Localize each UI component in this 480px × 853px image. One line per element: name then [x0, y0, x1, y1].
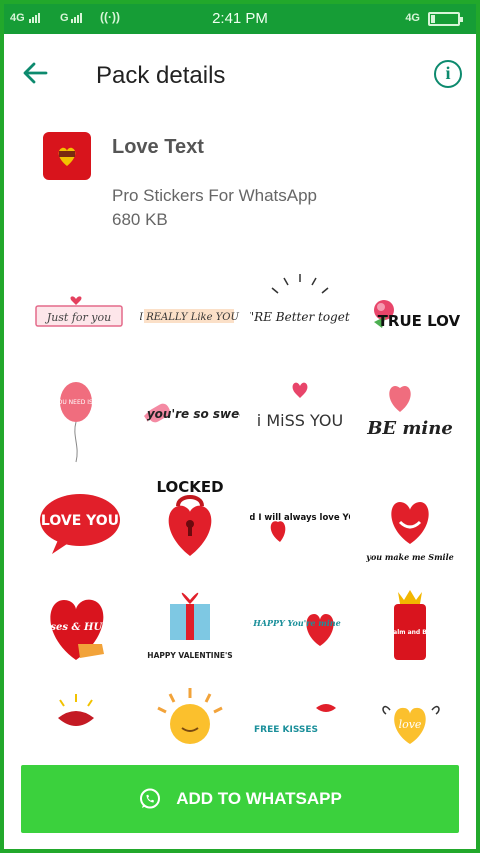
sticker-kisses-hugs[interactable]: kisses & HUGS — [30, 574, 130, 674]
svg-text:i MiSS YOU: i MiSS YOU — [257, 411, 343, 430]
svg-text:ALL YOU NEED IS LOVE: ALL YOU NEED IS LOVE — [42, 399, 111, 406]
sticker-image: kisses & HUGS — [34, 599, 118, 660]
pack-info: Love Text Pro Stickers For WhatsApp 680 … — [4, 114, 476, 254]
sticker-better-together[interactable]: WE'RE Better together — [250, 266, 350, 366]
back-button[interactable] — [20, 58, 54, 92]
sticker-image: KEEP calm and BE mine — [370, 590, 450, 660]
sticker-grid: Just for you I REALLY Like YOU WE'RE Bet… — [4, 266, 476, 766]
sticker-image: WE'RE Better together — [250, 274, 350, 324]
svg-text:LOCKED: LOCKED — [156, 478, 223, 496]
svg-text:and I will always love YOU: and I will always love YOU — [250, 513, 350, 523]
svg-text:LOVE YOU: LOVE YOU — [41, 513, 119, 529]
svg-text:Just for you: Just for you — [45, 311, 111, 324]
battery-level — [431, 15, 435, 23]
app-bar: Pack details i — [4, 34, 476, 114]
sticker-just-for-you[interactable]: Just for you — [30, 266, 130, 366]
page-title: Pack details — [96, 62, 226, 89]
pack-tray-icon — [43, 132, 91, 180]
svg-text:So HAPPY You're mine: So HAPPY You're mine — [250, 618, 341, 628]
sticker-image: HAPPY VALENTINE'S — [147, 592, 233, 660]
svg-text:FREE KISSES: FREE KISSES — [254, 725, 318, 735]
svg-text:I REALLY Like YOU: I REALLY Like YOU — [140, 312, 239, 323]
sticker-image: you make me Smile — [365, 502, 454, 562]
add-button-label: ADD TO WHATSAPP — [176, 789, 342, 808]
info-icon: i — [445, 63, 451, 83]
sticker-i-really-like-you[interactable]: I REALLY Like YOU — [140, 266, 240, 366]
add-to-whatsapp-button[interactable]: ADD TO WHATSAPP — [21, 765, 459, 833]
pack-name: Love Text — [112, 136, 204, 158]
sticker-image: LOVE YOU — [40, 494, 120, 554]
svg-text:TRUE LOVE: TRUE LOVE — [378, 312, 460, 330]
sticker-true-love[interactable]: TRUE LOVE — [360, 266, 460, 366]
sticker-you-make-me-smile[interactable]: you make me Smile — [360, 470, 460, 570]
svg-text:HAPPY VALENTINE'S: HAPPY VALENTINE'S — [147, 651, 232, 660]
pack-size: 680 KB — [112, 210, 168, 229]
svg-text:love: love — [399, 718, 422, 731]
status-bar: 4G G ((·)) 2:41 PM 4G — [4, 4, 476, 34]
sticker-happy-valentines[interactable]: HAPPY VALENTINE'S — [140, 574, 240, 674]
sticker-image: So HAPPY You're mine — [250, 614, 341, 646]
sticker-image: ALL YOU NEED IS LOVE — [42, 382, 111, 463]
sticker-so-sweet[interactable]: you're so sweet — [140, 364, 240, 464]
sticker-image: and I will always love YOU — [250, 513, 350, 542]
info-button[interactable]: i — [434, 60, 462, 88]
sticker-image: I REALLY Like YOU — [140, 309, 239, 323]
battery-icon — [428, 12, 463, 26]
svg-text:kisses & HUGS: kisses & HUGS — [34, 622, 118, 633]
sticker-always-love-you[interactable]: and I will always love YOU — [250, 470, 350, 570]
sticker-so-happy-youre-mine[interactable]: So HAPPY You're mine — [250, 574, 350, 674]
sticker-image: TRUE LOVE — [374, 300, 460, 330]
sticker-image: BE mine — [366, 386, 453, 439]
sticker-be-mine[interactable]: BE mine — [360, 364, 460, 464]
svg-text:you're so sweet: you're so sweet — [147, 407, 240, 421]
svg-text:KEEP calm and BE mine: KEEP calm and BE mine — [370, 629, 449, 636]
arrow-left-icon — [23, 62, 48, 84]
sticker-keep-calm[interactable]: KEEP calm and BE mine — [360, 574, 460, 674]
svg-text:WE'RE Better together: WE'RE Better together — [250, 310, 350, 324]
sticker-love-you[interactable]: LOVE YOU — [30, 470, 130, 570]
sticker-image: i MiSS YOU — [257, 382, 343, 430]
sticker-image: you're so sweet — [144, 403, 240, 423]
svg-text:BE mine: BE mine — [366, 418, 453, 439]
sticker-image: Just for you — [35, 296, 123, 327]
sticker-balloon[interactable]: ALL YOU NEED IS LOVE — [30, 364, 130, 464]
pack-publisher: Pro Stickers For WhatsApp — [112, 186, 318, 205]
sticker-i-miss-you[interactable]: i MiSS YOU — [250, 364, 350, 464]
sticker-thumbnail-icon — [58, 147, 76, 166]
sticker-image: LOCKED — [156, 478, 224, 556]
network-label: 4G — [405, 12, 420, 24]
sticker-locked[interactable]: LOCKED — [140, 470, 240, 570]
svg-text:you make me Smile: you make me Smile — [365, 552, 453, 562]
whatsapp-icon — [140, 788, 161, 809]
screen-frame: 4G G ((·)) 2:41 PM 4G Pack details i Lov… — [0, 0, 480, 853]
